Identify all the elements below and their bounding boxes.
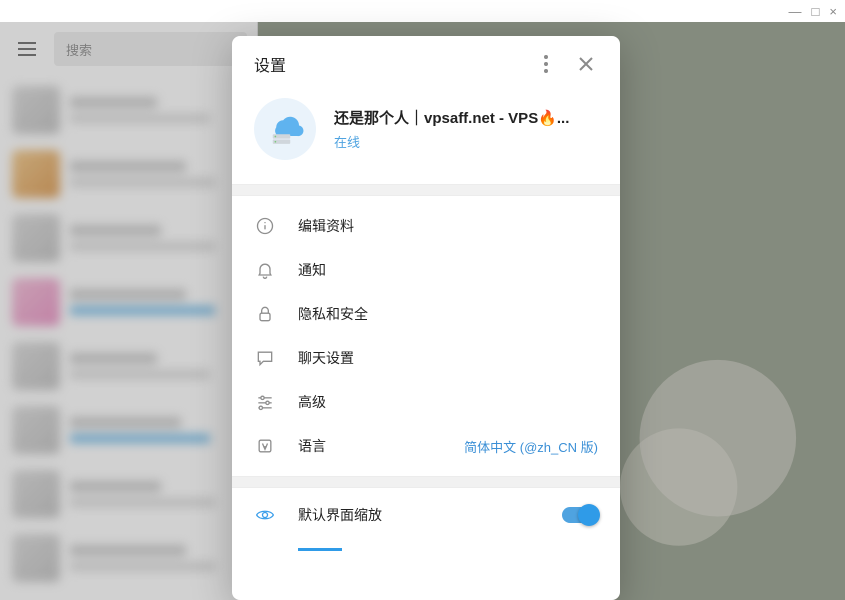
close-button[interactable] bbox=[566, 44, 606, 84]
modal-title: 设置 bbox=[254, 52, 526, 76]
menu-item-edit-profile[interactable]: 编辑资料 bbox=[232, 204, 620, 248]
profile-status: 在线 bbox=[334, 132, 598, 151]
menu-item-privacy[interactable]: 隐私和安全 bbox=[232, 292, 620, 336]
window-titlebar: — □ × bbox=[0, 0, 845, 22]
modal-header: 设置 bbox=[232, 36, 620, 92]
close-icon bbox=[578, 56, 594, 72]
eye-icon bbox=[254, 504, 276, 526]
language-icon bbox=[254, 435, 276, 457]
profile-section[interactable]: 还是那个人｜vpsaff.net - VPS🔥... 在线 bbox=[232, 92, 620, 184]
settings-modal: 设置 还是那个人｜vpsaff.net - VPS🔥... 在线 bbox=[232, 36, 620, 600]
menu-item-language[interactable]: 语言 简体中文 (@zh_CN 版) bbox=[232, 424, 620, 468]
zoom-slider-track bbox=[298, 548, 342, 551]
profile-avatar bbox=[254, 98, 316, 160]
menu-label: 通知 bbox=[298, 260, 598, 280]
bell-icon bbox=[254, 259, 276, 281]
divider bbox=[232, 184, 620, 196]
profile-name: 还是那个人｜vpsaff.net - VPS🔥... bbox=[334, 107, 598, 128]
zoom-label: 默认界面缩放 bbox=[298, 505, 540, 525]
more-button[interactable] bbox=[526, 44, 566, 84]
zoom-slider[interactable] bbox=[232, 542, 620, 572]
settings-menu: 编辑资料 通知 隐私和安全 聊天设置 高级 bbox=[232, 196, 620, 476]
lock-icon bbox=[254, 303, 276, 325]
minimize-button[interactable]: — bbox=[789, 4, 802, 19]
menu-label: 隐私和安全 bbox=[298, 304, 598, 324]
window-close-button[interactable]: × bbox=[829, 4, 837, 19]
menu-label: 聊天设置 bbox=[298, 348, 598, 368]
chat-icon bbox=[254, 347, 276, 369]
zoom-toggle[interactable] bbox=[562, 507, 598, 523]
menu-item-notifications[interactable]: 通知 bbox=[232, 248, 620, 292]
sliders-icon bbox=[254, 391, 276, 413]
zoom-row: 默认界面缩放 bbox=[232, 488, 620, 542]
profile-info: 还是那个人｜vpsaff.net - VPS🔥... 在线 bbox=[334, 107, 598, 151]
menu-label: 语言 bbox=[298, 436, 442, 456]
more-vertical-icon bbox=[544, 55, 548, 73]
menu-label: 编辑资料 bbox=[298, 216, 598, 236]
language-value: 简体中文 (@zh_CN 版) bbox=[464, 437, 598, 456]
info-icon bbox=[254, 215, 276, 237]
menu-item-advanced[interactable]: 高级 bbox=[232, 380, 620, 424]
maximize-button[interactable]: □ bbox=[812, 4, 820, 19]
cloud-server-icon bbox=[264, 108, 306, 150]
menu-label: 高级 bbox=[298, 392, 598, 412]
divider bbox=[232, 476, 620, 488]
menu-item-chat-settings[interactable]: 聊天设置 bbox=[232, 336, 620, 380]
